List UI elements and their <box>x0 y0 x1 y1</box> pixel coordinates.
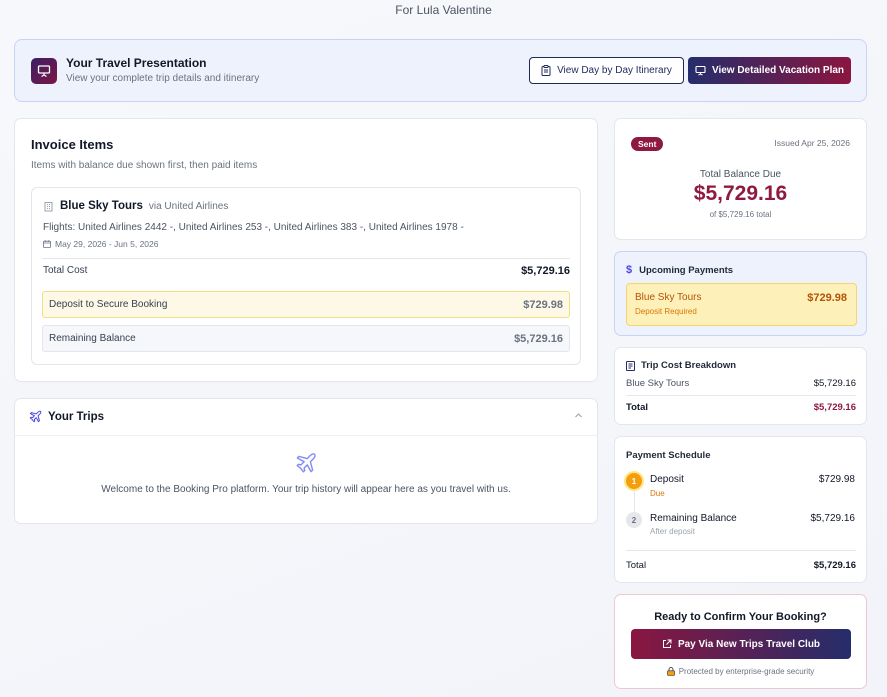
trips-empty-message: Welcome to the Booking Pro platform. You… <box>101 484 511 495</box>
trip-cost-breakdown-title: Trip Cost Breakdown <box>641 360 737 371</box>
divider <box>626 550 856 551</box>
view-vacation-plan-label: View Detailed Vacation Plan <box>711 65 845 76</box>
receipt-icon <box>626 360 635 371</box>
presentation-subtitle: View your complete trip details and itin… <box>66 73 260 84</box>
total-cost-value: $5,729.16 <box>521 265 570 277</box>
remaining-balance-value: $5,729.16 <box>514 332 563 345</box>
step-number: 1 <box>626 473 642 489</box>
deposit-row: Deposit to Secure Booking $729.98 <box>42 291 570 318</box>
presentation-icon <box>695 65 706 76</box>
remaining-balance-label: Remaining Balance <box>49 333 136 344</box>
total-cost-label: Total Cost <box>43 265 88 276</box>
step-name: Deposit <box>650 474 684 485</box>
total-cost-row: Total Cost $5,729.16 <box>43 265 570 277</box>
your-trips-card: Your Trips Welcome to the Booking Pro pl… <box>14 398 598 524</box>
invoice-items-card: Invoice Items Items with balance due sho… <box>14 118 598 382</box>
step-note: After deposit <box>650 527 695 536</box>
deposit-value: $729.98 <box>523 298 563 311</box>
upcoming-payment-name: Blue Sky Tours <box>635 292 702 303</box>
view-itinerary-button[interactable]: View Day by Day Itinerary <box>529 57 684 84</box>
your-trips-header[interactable]: Your Trips <box>29 410 104 423</box>
breakdown-row-label: Blue Sky Tours <box>626 378 690 389</box>
payment-schedule-card: Payment Schedule 1 Deposit Due $729.98 2… <box>614 436 867 583</box>
trip-cost-breakdown-header: Trip Cost Breakdown <box>626 360 736 371</box>
upcoming-payments-card: $ Upcoming Payments Blue Sky Tours Depos… <box>614 251 867 336</box>
lock-icon <box>666 667 675 676</box>
breakdown-total-value: $5,729.16 <box>813 402 856 413</box>
upcoming-payments-header: $ Upcoming Payments <box>626 264 733 276</box>
payment-schedule-title: Payment Schedule <box>626 450 711 461</box>
clipboard-icon <box>541 65 551 76</box>
upcoming-payments-title: Upcoming Payments <box>639 264 734 276</box>
security-note-text: Protected by enterprise-grade security <box>678 667 815 676</box>
travel-presentation-banner: Your Travel Presentation View your compl… <box>14 39 867 102</box>
issued-date: Issued Apr 25, 2026 <box>774 138 850 148</box>
calendar-icon <box>43 240 51 248</box>
external-link-icon <box>662 639 672 648</box>
breakdown-total-row: Total $5,729.16 <box>626 402 856 413</box>
schedule-total-row: Total $5,729.16 <box>626 560 856 571</box>
total-balance-amount: $5,729.16 <box>693 182 788 205</box>
confirm-booking-card: Ready to Confirm Your Booking? Pay Via N… <box>614 594 867 689</box>
upcoming-payment-amount: $729.98 <box>807 292 847 304</box>
flights-list: Flights: United Airlines 2442 -, United … <box>43 222 464 233</box>
confirm-booking-title: Ready to Confirm Your Booking? <box>654 611 827 623</box>
status-badge: Sent <box>631 137 664 151</box>
dollar-icon: $ <box>626 264 633 276</box>
deposit-label: Deposit to Secure Booking <box>49 299 168 310</box>
remaining-balance-row: Remaining Balance $5,729.16 <box>42 325 570 352</box>
view-itinerary-label: View Day by Day Itinerary <box>557 65 672 76</box>
presentation-icon <box>31 58 57 84</box>
breakdown-row: Blue Sky Tours $5,729.16 <box>626 378 856 389</box>
trip-dates-text: May 29, 2026 - Jun 5, 2026 <box>55 239 159 249</box>
your-trips-title: Your Trips <box>48 410 105 423</box>
total-balance-of: of $5,729.16 total <box>709 210 772 219</box>
building-icon <box>44 201 53 211</box>
invoice-items-subtitle: Items with balance due shown first, then… <box>31 160 258 171</box>
divider <box>626 395 856 396</box>
breakdown-total-label: Total <box>626 402 648 413</box>
pay-button-label: Pay Via New Trips Travel Club <box>677 638 821 650</box>
chevron-up-icon[interactable] <box>574 411 583 420</box>
divider <box>42 258 570 259</box>
step-amount: $729.98 <box>818 474 855 485</box>
divider <box>15 435 597 436</box>
security-note: Protected by enterprise-grade security <box>615 667 866 676</box>
step-number: 2 <box>626 512 642 528</box>
upcoming-payment-item: Blue Sky Tours Deposit Required $729.98 <box>626 283 857 326</box>
upcoming-payment-note: Deposit Required <box>635 307 697 316</box>
step-name: Remaining Balance <box>650 513 737 524</box>
vendor-header: Blue Sky Tours via United Airlines <box>43 200 228 212</box>
breakdown-row-value: $5,729.16 <box>813 378 856 389</box>
client-name: For Lula Valentine <box>395 3 492 17</box>
step-note: Due <box>650 489 665 498</box>
step-amount: $5,729.16 <box>810 513 856 524</box>
presentation-title: Your Travel Presentation <box>66 56 207 70</box>
plane-icon <box>29 410 42 423</box>
plane-icon <box>296 453 316 473</box>
trip-dates: May 29, 2026 - Jun 5, 2026 <box>43 239 159 249</box>
vendor-name: Blue Sky Tours <box>60 200 143 212</box>
trip-cost-breakdown-card: Trip Cost Breakdown Blue Sky Tours $5,72… <box>614 347 867 425</box>
vendor-via: via United Airlines <box>148 200 229 212</box>
invoice-items-title: Invoice Items <box>31 137 114 152</box>
invoice-item: Blue Sky Tours via United Airlines Fligh… <box>31 187 581 365</box>
total-balance-label: Total Balance Due <box>699 169 782 180</box>
schedule-total-value: $5,729.16 <box>813 560 856 571</box>
schedule-total-label: Total <box>626 560 647 571</box>
pay-button[interactable]: Pay Via New Trips Travel Club <box>631 629 851 659</box>
view-vacation-plan-button[interactable]: View Detailed Vacation Plan <box>688 57 851 84</box>
balance-card: Sent Issued Apr 25, 2026 Total Balance D… <box>614 118 867 240</box>
